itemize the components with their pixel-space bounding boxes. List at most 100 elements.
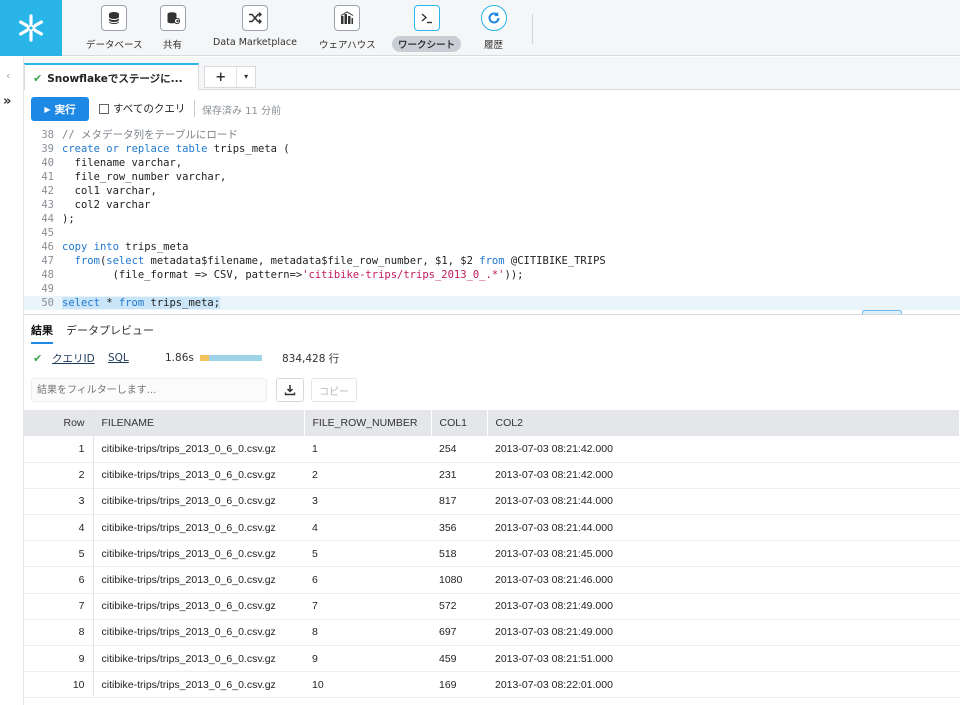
table-cell: citibike-trips/trips_2013_0_6_0.csv.gz [93,645,304,673]
table-row[interactable]: 4 citibike-trips/trips_2013_0_6_0.csv.gz 4… [24,514,960,542]
table-cell: 6 [304,566,431,594]
table-row[interactable]: 8 citibike-trips/trips_2013_0_6_0.csv.gz 8… [24,619,960,647]
table-row[interactable]: 10 citibike-trips/trips_2013_0_6_0.csv.gz… [24,671,960,699]
all-queries-label: すべてのクエリ [113,103,186,115]
table-cell: 518 [431,540,487,568]
nav-history-label: 履歴 [484,40,504,51]
table-cell: 2013-07-03 08:21:46.000 [487,566,960,594]
nav-divider [532,14,533,44]
saved-status: 保存済み 11 分前 [202,106,282,117]
table-cell: 231 [431,462,487,489]
table-cell: 572 [431,593,487,620]
worksheet-dropdown-button[interactable]: ▾ [236,67,255,87]
column-header-col2[interactable]: COL2 [487,410,960,436]
table-cell: 1 [304,436,431,463]
nav-databases-label: データベース [86,40,143,51]
chevron-left-icon[interactable]: ‹ [6,69,10,82]
table-row[interactable]: 2 citibike-trips/trips_2013_0_6_0.csv.gz 2… [24,462,960,489]
table-cell: 2013-07-03 08:21:42.000 [487,436,960,463]
table-cell: 356 [431,514,487,542]
nav-history[interactable]: 履歴 [478,5,509,53]
sql-editor[interactable]: 38// メタデータ列をテーブルにロード 39 create or replace… [24,128,960,315]
double-chevron-right-icon[interactable]: » [3,94,11,109]
nav-data-marketplace-label: Data Marketplace [213,37,297,48]
nav-databases[interactable]: データベース [80,5,149,53]
table-cell: 254 [431,436,487,463]
code-line: 38// メタデータ列をテーブルにロード [41,129,238,141]
table-cell: citibike-trips/trips_2013_0_6_0.csv.gz [93,619,304,647]
filter-input[interactable] [31,378,267,402]
download-button[interactable] [276,378,304,402]
table-cell: 2013-07-03 08:21:44.000 [487,488,960,516]
history-icon [480,5,507,31]
table-row[interactable]: 6 citibike-trips/trips_2013_0_6_0.csv.gz 6… [24,566,960,594]
duration-bar-compile [200,355,209,361]
table-cell: citibike-trips/trips_2013_0_6_0.csv.gz [93,488,304,516]
shared-database-icon [159,5,186,31]
table-cell: citibike-trips/trips_2013_0_6_0.csv.gz [93,462,304,489]
table-cell: 2013-07-03 08:21:49.000 [487,593,960,620]
table-row[interactable]: 7 citibike-trips/trips_2013_0_6_0.csv.gz 7… [24,593,960,620]
table-cell: 459 [431,645,487,673]
column-header-col1[interactable]: COL1 [431,410,488,436]
run-button-label: 実行 [54,103,76,116]
table-row[interactable]: 1 citibike-trips/trips_2013_0_6_0.csv.gz 1… [24,436,960,463]
code-line: 43 col2 varchar [41,199,151,211]
tab-results[interactable]: 結果 [31,322,53,344]
code-line-current: 50 select * from trips_meta; [24,296,960,310]
code-line: 47 from(select metadata$filename, metada… [41,255,606,267]
table-cell: 10 [304,671,431,699]
nav-data-marketplace[interactable]: Data Marketplace [207,5,303,53]
nav-shares[interactable]: 共有 [157,5,188,53]
table-cell: 5 [304,540,431,568]
table-row[interactable]: 5 citibike-trips/trips_2013_0_6_0.csv.gz 5… [24,540,960,568]
table-cell: citibike-trips/trips_2013_0_6_0.csv.gz [93,566,304,594]
nav-warehouses[interactable]: ウェアハウス [313,5,382,53]
tab-worksheet-label: Snowflakeでステージに... [47,72,183,85]
row-number-cell: 2 [24,462,94,489]
add-worksheet-button[interactable]: + [205,70,236,85]
table-cell: 169 [431,671,487,699]
nav-warehouses-label: ウェアハウス [319,40,376,51]
check-icon: ✔ [33,351,43,365]
table-row[interactable]: 9 citibike-trips/trips_2013_0_6_0.csv.gz 9… [24,645,960,673]
column-header-filename[interactable]: FILENAME [93,410,305,436]
table-cell: 7 [304,593,431,620]
toolbar-divider [194,100,195,117]
table-cell: 8 [304,619,431,647]
row-number-cell: 6 [24,566,94,594]
table-cell: citibike-trips/trips_2013_0_6_0.csv.gz [93,540,304,568]
nav-shares-label: 共有 [163,40,183,51]
all-queries-checkbox[interactable]: すべてのクエリ [99,101,185,116]
column-header-row[interactable]: Row [24,410,94,436]
code-line: 44); [41,213,75,225]
row-number-cell: 4 [24,514,94,542]
table-cell: 817 [431,488,487,516]
query-id-link[interactable]: クエリID [52,351,95,366]
terminal-icon [413,5,440,31]
run-button[interactable]: ▶ 実行 [31,97,89,121]
copy-button[interactable]: コピー [311,378,357,402]
code-line: 39 create or replace table trips_meta ( [41,143,290,155]
play-icon: ▶ [44,104,51,114]
results-filter-row: コピー [24,377,960,405]
sql-link[interactable]: SQL [108,352,129,364]
column-header-file-row-number[interactable]: FILE_ROW_NUMBER [304,410,432,436]
check-icon: ✔ [33,71,43,85]
snowflake-logo[interactable] [0,0,62,56]
duration-bar [200,355,262,361]
table-row[interactable]: 3 citibike-trips/trips_2013_0_6_0.csv.gz 3… [24,488,960,516]
tab-data-preview[interactable]: データプレビュー [66,322,154,342]
table-cell: 2013-07-03 08:22:01.000 [487,671,960,699]
row-number-cell: 7 [24,593,94,620]
checkbox-box[interactable] [99,103,109,114]
nav-worksheets[interactable]: ワークシート [392,5,462,53]
download-icon [284,385,296,396]
warehouse-icon [334,5,361,31]
tab-worksheet[interactable]: ✔ Snowflakeでステージに... [24,63,199,91]
query-duration: 1.86s [165,352,194,364]
table-cell: 1080 [431,566,487,594]
table-cell: citibike-trips/trips_2013_0_6_0.csv.gz [93,671,304,699]
table-cell: 2013-07-03 08:21:42.000 [487,462,960,489]
code-line: 46 copy into trips_meta [41,241,189,253]
